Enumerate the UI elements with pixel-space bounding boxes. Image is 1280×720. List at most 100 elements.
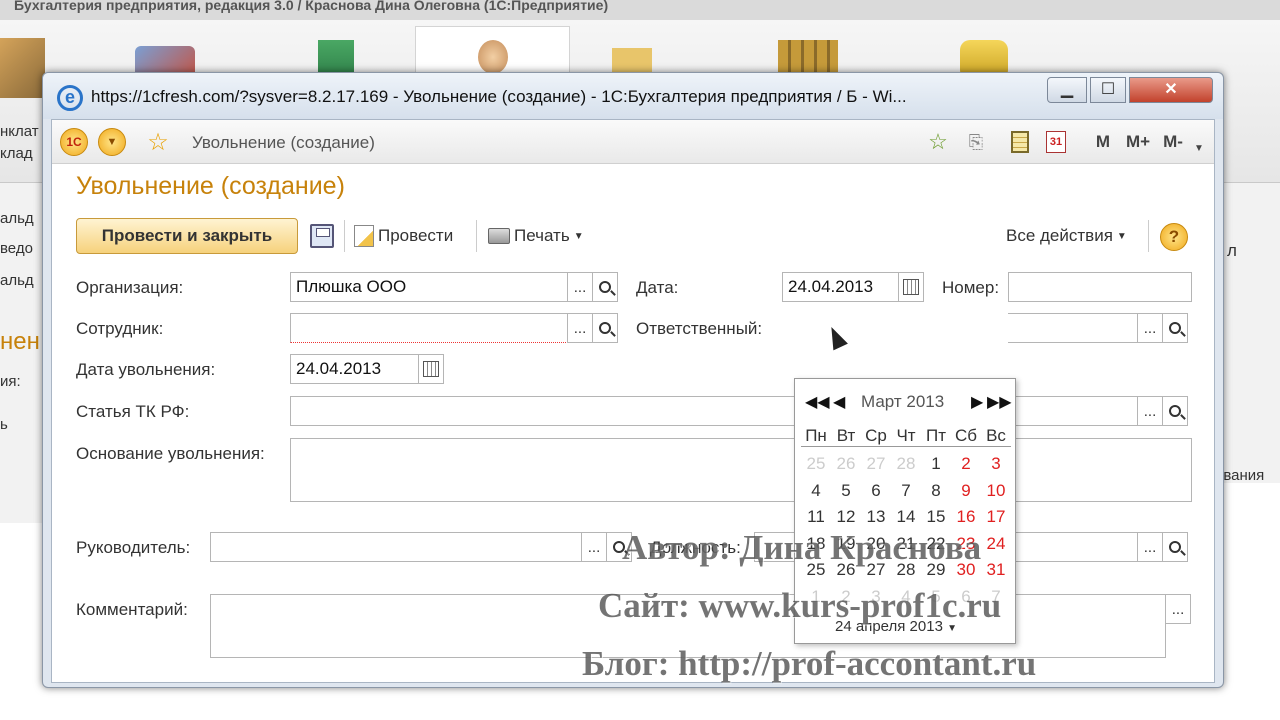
number-field[interactable] [1008,272,1192,302]
history-icon[interactable]: ⎘ [962,128,990,156]
weekday-label: Вс [986,426,1006,445]
manager-select-button[interactable]: ... [581,532,607,562]
maximize-button[interactable]: ☐ [1090,77,1126,103]
watermark-site: Сайт: www.kurs-prof1c.ru [598,586,1002,625]
manager-field[interactable] [210,532,582,562]
post-button[interactable]: Провести [354,218,453,254]
weekday-label: Пт [925,426,946,445]
calendar-day[interactable]: 7 [891,478,921,505]
dismissal-reason-field[interactable] [290,438,1192,502]
main-menu-dropdown-icon[interactable]: ▼ [98,128,126,156]
calendar-day[interactable]: 12 [831,504,861,531]
labor-code-article-label: Статья ТК РФ: [76,402,190,421]
calendar-day[interactable]: 3 [981,451,1011,478]
all-actions-button[interactable]: Все действия ▼ [1006,218,1127,254]
calendar-icon[interactable]: 31 [1042,128,1070,156]
article-search-button[interactable] [1162,396,1188,426]
article-select-button[interactable]: ... [1137,396,1163,426]
bg-fragment: ь [0,416,8,433]
calendar-day[interactable]: 1 [921,451,951,478]
organization-select-button[interactable]: ... [567,272,593,302]
close-button[interactable]: ✕ [1129,77,1213,103]
date-picker-button[interactable] [898,272,924,302]
calendar-day[interactable]: 10 [981,478,1011,505]
print-button[interactable]: Печать ▼ [488,218,584,254]
search-icon [1169,405,1181,417]
prev-year-icon[interactable]: ◀◀ [805,392,830,412]
chevron-down-icon: ▼ [1116,230,1127,242]
number-label: Номер: [942,278,1000,297]
next-month-icon[interactable]: ▶ [971,392,983,412]
background-left-panel: нклат клад альд ведо альд нен ия: ь [0,123,45,523]
memory-minus-button[interactable]: M- [1158,128,1188,156]
search-icon [599,281,611,293]
responsible-search-button[interactable] [1162,313,1188,343]
page-title: Увольнение (создание) [76,172,345,200]
dismissal-date-field[interactable]: 24.04.2013 [290,354,420,384]
calendar-day[interactable]: 26 [831,451,861,478]
favorite-star-icon[interactable]: ☆ [144,128,172,156]
post-icon [354,225,374,247]
bg-fragment: л [1227,241,1237,260]
dismissal-date-label: Дата увольнения: [76,360,216,379]
calendar-day[interactable]: 4 [801,478,831,505]
employee-field[interactable] [290,313,568,343]
help-icon[interactable]: ? [1160,223,1188,251]
weekday-label: Ср [865,426,887,445]
responsible-field[interactable] [1008,313,1138,343]
watermark-blog: Блог: http://prof-accontant.ru [582,644,1037,683]
post-and-close-button[interactable]: Провести и закрыть [76,218,298,254]
next-year-icon[interactable]: ▶▶ [987,392,1012,412]
position-select-button[interactable]: ... [1137,532,1163,562]
calendar-day[interactable]: 6 [861,478,891,505]
printer-icon [488,228,510,244]
organization-search-button[interactable] [592,272,618,302]
calendar-day[interactable]: 9 [951,478,981,505]
form-subbar: 1C ▼ ☆ Увольнение (создание) ☆ ⎘ 31 M M+… [52,120,1214,164]
dismissal-date-picker-button[interactable] [418,354,444,384]
calendar-day[interactable]: 31 [981,557,1011,584]
print-button-label: Печать [514,226,570,245]
calendar-day[interactable]: 17 [981,504,1011,531]
watermark-author: Автор: Дина Краснова [622,528,982,567]
prev-month-icon[interactable]: ◀ [833,392,845,412]
employee-select-button[interactable]: ... [567,313,593,343]
save-icon[interactable] [310,224,334,248]
toolbar-separator [476,220,477,252]
minimize-button[interactable]: ▁ [1047,77,1087,103]
memory-plus-button[interactable]: M+ [1122,128,1154,156]
calendar-day[interactable]: 28 [891,451,921,478]
date-label: Дата: [636,278,679,297]
toolbar-separator [344,220,345,252]
calendar-day[interactable]: 16 [951,504,981,531]
calendar-day[interactable]: 14 [891,504,921,531]
calendar-day[interactable]: 27 [861,451,891,478]
calendar-day[interactable]: 24 [981,531,1011,558]
position-search-button[interactable] [1162,532,1188,562]
calendar-day[interactable]: 2 [951,451,981,478]
comment-edit-button[interactable]: ... [1165,594,1191,624]
calculator-icon[interactable] [1006,128,1034,156]
calendar-day[interactable]: 5 [831,478,861,505]
calendar-day[interactable]: 11 [801,504,831,531]
bg-fragment: альд [0,272,34,289]
bg-fragment: нен [0,328,40,355]
employee-search-button[interactable] [592,313,618,343]
weekday-label: Пн [805,426,827,445]
logo-1c-icon[interactable]: 1C [60,128,88,156]
date-field[interactable]: 24.04.2013 [782,272,900,302]
calendar-day[interactable]: 13 [861,504,891,531]
calendar-day[interactable]: 15 [921,504,951,531]
memory-m-button[interactable]: M [1092,128,1114,156]
add-favorite-icon[interactable]: ☆ [924,128,952,156]
calendar-day[interactable]: 25 [801,451,831,478]
more-chevron-icon[interactable]: ▼ [1192,134,1206,162]
calendar-day[interactable]: 8 [921,478,951,505]
manager-label: Руководитель: [76,538,191,557]
post-button-label: Провести [378,226,454,245]
organization-field[interactable]: Плюшка ООО [290,272,568,302]
weekday-label: Сб [954,426,977,445]
calendar-month-label[interactable]: Март 2013 [861,392,944,412]
responsible-select-button[interactable]: ... [1137,313,1163,343]
calendar-header: ◀◀ ◀ Март 2013 ▶ ▶▶ [795,389,1015,415]
